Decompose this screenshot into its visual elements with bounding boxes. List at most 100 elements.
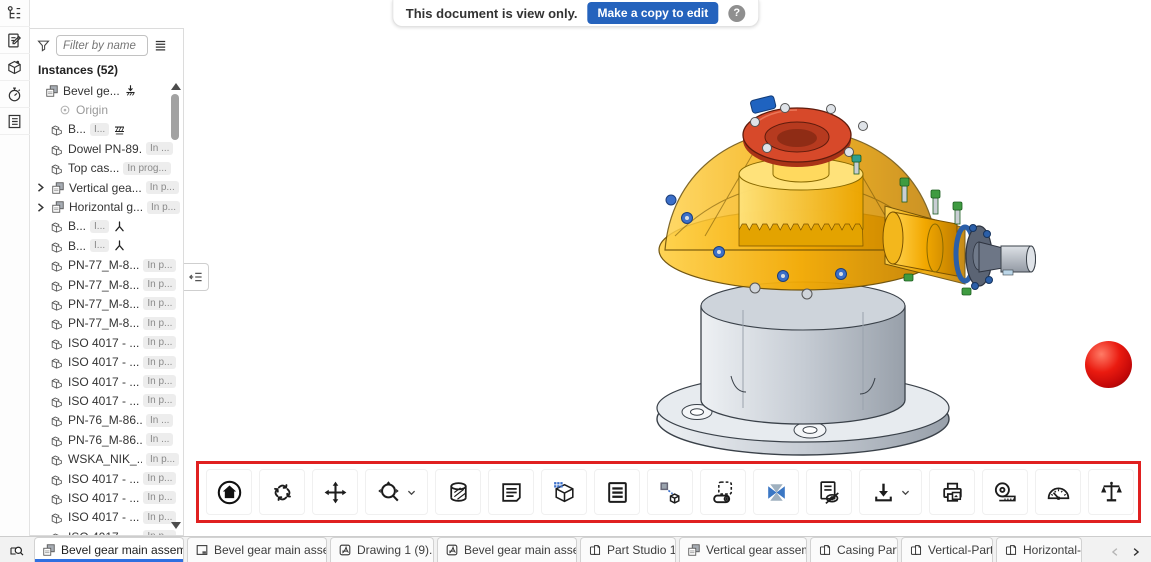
list-item[interactable]: Vertical gea... In p... [30, 178, 183, 197]
filter-input[interactable] [56, 35, 148, 56]
list-item[interactable]: PN-77_M-8... In p... [30, 314, 183, 333]
explode-view-button[interactable] [647, 469, 693, 515]
tab-pdf[interactable]: Drawing 1 (9).pdf [330, 537, 434, 562]
list-item[interactable]: PN-76_M-86... In ... [30, 430, 183, 449]
tab-assembly[interactable]: Bevel gear main assem... [34, 537, 184, 562]
drawing-sheet-button[interactable] [488, 469, 534, 515]
panel-scrollbar[interactable] [170, 81, 181, 531]
list-item[interactable]: PN-77_M-8... In p... [30, 256, 183, 275]
list-item[interactable]: Bevel ge... [30, 81, 183, 100]
make-copy-button[interactable]: Make a copy to edit [587, 2, 718, 24]
item-label: B... [68, 122, 86, 136]
bom-table-button[interactable] [594, 469, 640, 515]
3d-viewport[interactable]: Top Front Right Z Y X [210, 0, 1151, 536]
tab-pdf[interactable]: Bevel gear main assem... [437, 537, 577, 562]
help-icon[interactable]: ? [728, 5, 745, 22]
chevron-down-icon[interactable] [900, 487, 911, 498]
home-view-button[interactable] [206, 469, 252, 515]
chevron-right-icon[interactable] [34, 201, 47, 214]
list-item[interactable]: ISO 4017 - ... In p... [30, 372, 183, 391]
part-icon [50, 433, 64, 447]
rotate-view-button[interactable] [259, 469, 305, 515]
item-label: ISO 4017 - ... [68, 355, 139, 369]
tab-part-studio[interactable]: Part Studio 1 [580, 537, 676, 562]
list-item[interactable]: Horizontal g... In p... [30, 197, 183, 216]
zoom-view-button[interactable] [365, 469, 428, 515]
search-tabs-button[interactable] [0, 537, 34, 562]
item-label: B... [68, 219, 86, 233]
list-item[interactable]: PN-76_M-86... In ... [30, 411, 183, 430]
section-plane-button[interactable] [700, 469, 746, 515]
mate-icon [113, 220, 126, 233]
list-item[interactable]: B... I... [30, 236, 183, 255]
measure-button[interactable] [982, 469, 1028, 515]
fixed-ground-icon [113, 123, 126, 136]
state-badge: I... [90, 123, 109, 136]
tabs-scroll-right-icon[interactable] [1130, 546, 1142, 558]
list-item[interactable]: Origin [30, 100, 183, 119]
parts-icon[interactable] [0, 54, 30, 81]
item-label: Origin [76, 103, 108, 117]
chevron-down-icon[interactable] [406, 487, 417, 498]
item-label: ISO 4017 - ... [68, 472, 139, 486]
red-sphere-part[interactable] [1085, 341, 1132, 388]
named-views-button[interactable] [541, 469, 587, 515]
part-icon [50, 413, 64, 427]
part-icon [50, 510, 64, 524]
list-item[interactable]: WSKA_NIK_... In p... [30, 449, 183, 468]
assembly-icon [51, 181, 65, 195]
scroll-down-arrow[interactable] [171, 522, 181, 529]
list-item[interactable]: PN-77_M-8... In p... [30, 275, 183, 294]
list-options-icon[interactable] [153, 38, 168, 53]
list-item[interactable]: PN-77_M-8... In p... [30, 294, 183, 313]
list-item[interactable]: ISO 4017 - ... In p... [30, 488, 183, 507]
item-label: Dowel PN-89... [68, 142, 142, 156]
structure-tree-icon[interactable] [0, 0, 30, 27]
item-label: ISO 4017 - ... [68, 491, 139, 505]
export-button[interactable] [859, 469, 922, 515]
tab-label: Bevel gear main assem... [464, 543, 577, 557]
tab-part-studio[interactable]: Casing Parts [810, 537, 898, 562]
part-icon [50, 452, 64, 466]
tab-assembly[interactable]: Vertical gear assembly [679, 537, 807, 562]
list-item[interactable]: ISO 4017 - ... In p... [30, 469, 183, 488]
scroll-up-arrow[interactable] [171, 83, 181, 90]
pan-view-button[interactable] [312, 469, 358, 515]
item-label: PN-77_M-8... [68, 278, 139, 292]
list-item[interactable]: B... I... [30, 120, 183, 139]
tab-drawing[interactable]: Bevel gear main assem... [187, 537, 327, 562]
tab-label: Horizontal-Par [1023, 543, 1082, 557]
tab-part-studio[interactable]: Horizontal-Par [996, 537, 1082, 562]
tab-part-studio[interactable]: Vertical-Parts [901, 537, 993, 562]
filter-funnel-icon[interactable] [36, 38, 51, 53]
print-button[interactable] [929, 469, 975, 515]
bom-icon[interactable] [0, 108, 30, 135]
tabs-scroll-left-icon[interactable] [1109, 546, 1121, 558]
gearbox-model[interactable] [635, 78, 1055, 460]
item-label: ISO 4017 - ... [68, 394, 139, 408]
scroll-thumb[interactable] [171, 94, 179, 140]
state-badge: I... [90, 220, 109, 233]
list-item[interactable]: ISO 4017 - ... In p... [30, 527, 183, 536]
list-item[interactable]: ISO 4017 - ... In p... [30, 391, 183, 410]
list-item[interactable]: B... I... [30, 217, 183, 236]
list-item[interactable]: ISO 4017 - ... In p... [30, 352, 183, 371]
protractor-button[interactable] [1035, 469, 1081, 515]
chevron-right-icon[interactable] [34, 181, 47, 194]
item-label: ISO 4017 - ... [68, 510, 139, 524]
list-item[interactable]: Top cas... In prog... [30, 159, 183, 178]
tab-label: Casing Parts [837, 543, 898, 557]
hide-annotations-button[interactable] [806, 469, 852, 515]
edit-document-icon[interactable] [0, 27, 30, 54]
list-item[interactable]: Dowel PN-89... In ... [30, 139, 183, 158]
appearances-button[interactable] [753, 469, 799, 515]
versions-history-icon[interactable] [0, 81, 30, 108]
list-item[interactable]: ISO 4017 - ... In p... [30, 508, 183, 527]
item-label: B... [68, 239, 86, 253]
list-item[interactable]: ISO 4017 - ... In p... [30, 333, 183, 352]
panel-collapse-handle[interactable] [184, 263, 209, 291]
section-view-button[interactable] [435, 469, 481, 515]
tab-label: Vertical gear assembly [706, 543, 807, 557]
mass-properties-button[interactable] [1088, 469, 1134, 515]
assembly-icon [687, 543, 701, 557]
